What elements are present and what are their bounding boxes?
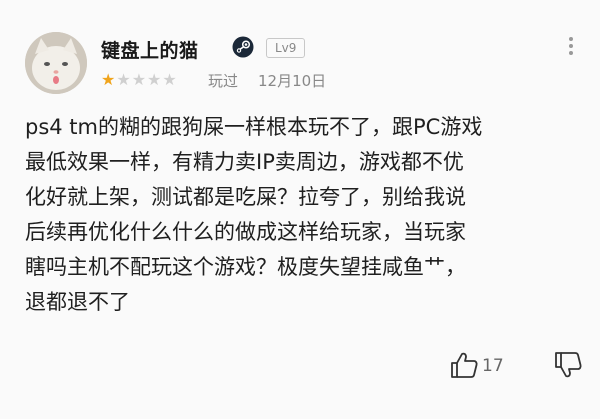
review-card: 键盘上的猫 Lv9 ★★★★★ 玩过 12月10日 ps4 tm的糊的跟狗屎一样… xyxy=(0,0,600,419)
cat-avatar-image xyxy=(25,32,87,94)
more-vertical-icon[interactable] xyxy=(563,34,579,58)
like-count: 17 xyxy=(482,356,504,376)
level-badge: Lv9 xyxy=(266,38,306,58)
star-empty-icon: ★ xyxy=(131,70,147,89)
thumbs-down-icon[interactable] xyxy=(553,350,583,380)
star-rating: ★★★★★ xyxy=(101,70,178,89)
review-text-line: 瞎吗主机不配玩这个游戏？极度失望挂咸鱼艹， xyxy=(25,255,466,279)
star-filled-icon: ★ xyxy=(101,70,116,89)
avatar[interactable] xyxy=(25,32,87,94)
review-date: 12月10日 xyxy=(258,72,327,90)
star-empty-icon: ★ xyxy=(162,70,177,89)
steam-icon xyxy=(232,36,254,58)
review-text-line: 最低效果一样，有精力卖IP卖周边，游戏都不优 xyxy=(25,150,464,174)
star-empty-icon: ★ xyxy=(147,70,162,89)
play-status: 玩过 xyxy=(208,72,239,90)
review-text-line: 退都退不了 xyxy=(25,290,130,314)
star-empty-icon: ★ xyxy=(116,70,131,89)
username[interactable]: 键盘上的猫 xyxy=(101,36,199,63)
review-text-line: 后续再优化什么什么的做成这样给玩家，当玩家 xyxy=(25,220,466,244)
review-text: ps4 tm的糊的跟狗屎一样根本玩不了，跟PC游戏 最低效果一样，有精力卖IP卖… xyxy=(25,110,585,320)
review-text-line: 化好就上架，测试都是吃屎？拉夸了，别给我说 xyxy=(25,185,466,209)
thumbs-up-icon[interactable] xyxy=(449,350,479,380)
review-text-line: ps4 tm的糊的跟狗屎一样根本玩不了，跟PC游戏 xyxy=(25,115,483,139)
